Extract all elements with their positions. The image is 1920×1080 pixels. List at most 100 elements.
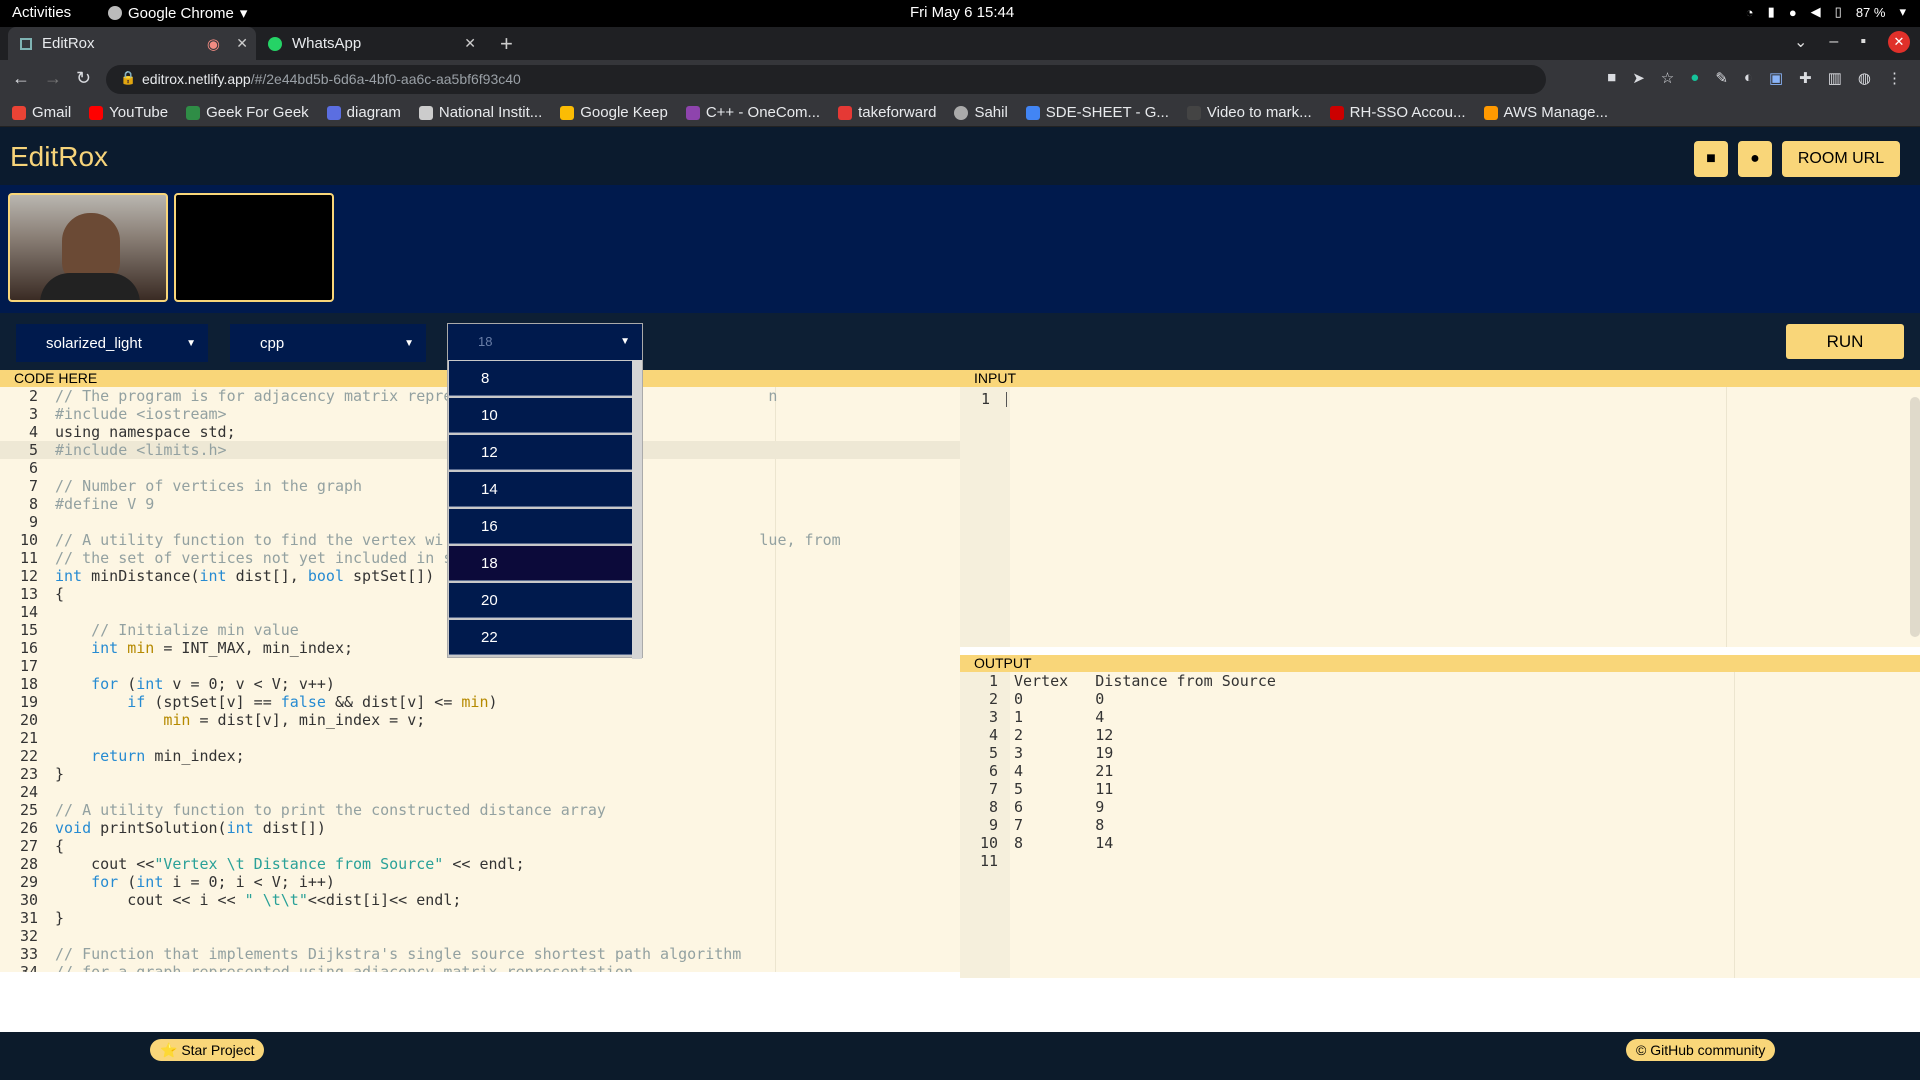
address-bar[interactable]: 🔒 editrox.netlify.app/#/2e44bd5b-6d6a-4b… — [106, 65, 1546, 94]
caret-down-icon: ▾ — [239, 5, 248, 22]
bookmark-geekforgeek[interactable]: Geek For Geek — [186, 104, 309, 121]
bookmark-youtube[interactable]: YouTube — [89, 104, 168, 121]
room-url-button[interactable]: ROOM URL — [1782, 141, 1900, 177]
clock[interactable]: Fri May 6 15:44 — [910, 4, 1014, 21]
font-size-option[interactable]: 18 — [449, 546, 632, 581]
new-tab-icon[interactable]: + — [500, 31, 513, 57]
star-icon[interactable]: ☆ — [1661, 69, 1674, 87]
grammarly-icon[interactable]: ● — [1690, 69, 1699, 87]
app-header: EditRox ■ ● ROOM URL — [0, 127, 1920, 185]
forward-icon[interactable]: → — [44, 68, 62, 89]
screen-record-icon[interactable]: ▣ — [1769, 69, 1783, 87]
camera-toggle-button[interactable]: ■ — [1694, 141, 1728, 177]
line-number: 14 — [19, 603, 38, 621]
output-line: 4 2 12 — [960, 726, 1920, 744]
font-size-option[interactable]: 20 — [449, 583, 632, 618]
line-number: 24 — [19, 783, 38, 801]
bookmark-aws[interactable]: AWS Manage... — [1483, 104, 1608, 121]
line-number: 21 — [19, 729, 38, 747]
close-tab-icon[interactable]: ✕ — [464, 35, 476, 52]
language-select[interactable]: cpp ▼ — [230, 324, 426, 362]
bookmark-diagram[interactable]: diagram — [326, 104, 401, 121]
line-text: 1 4 — [1014, 708, 1105, 726]
font-size-select-trigger[interactable]: 18 ▼ — [448, 324, 642, 360]
line-text: } — [55, 765, 65, 783]
line-text: // The program is for adjacency matrix r… — [55, 387, 778, 405]
line-number: 26 — [19, 819, 38, 837]
reload-icon[interactable]: ↻ — [76, 68, 91, 89]
font-size-option[interactable]: 16 — [449, 509, 632, 544]
local-video-tile[interactable] — [8, 193, 168, 302]
window-controls: ⌄ – ▪ ✕ — [1794, 31, 1910, 53]
line-text: 8 14 — [1014, 834, 1114, 852]
menu-dots-icon[interactable]: ⋮ — [1887, 69, 1902, 87]
gmail-icon — [12, 105, 26, 120]
tab-whatsapp[interactable]: WhatsApp ✕ — [256, 27, 484, 60]
github-community-button[interactable]: © GitHub community — [1626, 1039, 1776, 1061]
globe-icon — [954, 105, 969, 120]
line-number: 8 — [28, 495, 38, 513]
bookmark-video-to-mark[interactable]: Video to mark... — [1186, 104, 1312, 121]
maximize-icon[interactable]: ▪ — [1860, 33, 1866, 51]
battery-level: 87 % — [1855, 4, 1886, 20]
puzzle-icon[interactable]: ✚ — [1799, 69, 1812, 87]
line-text: 3 19 — [1014, 744, 1114, 762]
output-editor[interactable]: 1 Vertex Distance from Source 2 0 0 3 1 4 4 2 1… — [960, 672, 1920, 978]
font-size-option[interactable]: 14 — [449, 472, 632, 507]
bookmark-national-institute[interactable]: National Instit... — [418, 104, 542, 121]
pen-icon[interactable]: ✎ — [1715, 69, 1728, 87]
theme-select[interactable]: solarized_light ▼ — [16, 324, 208, 362]
system-tray[interactable]: ◔ ▮ ● ◀ ▯ 87 % ▾ — [1746, 4, 1906, 20]
app-logo: EditRox — [10, 141, 109, 172]
tab-editrox[interactable]: EditRox ◉ ✕ — [8, 27, 256, 60]
font-size-option[interactable]: 12 — [449, 435, 632, 470]
mic-toggle-button[interactable]: ● — [1738, 141, 1772, 177]
print-margin — [1726, 387, 1727, 647]
bookmark-takeforward[interactable]: takeforward — [838, 104, 936, 121]
camera-ext-icon[interactable]: ■ — [1607, 69, 1616, 87]
profile-avatar[interactable]: ◍ — [1858, 69, 1871, 87]
line-text: using namespace std; — [55, 423, 236, 441]
code-icon — [685, 105, 700, 120]
send-icon[interactable]: ➤ — [1632, 69, 1645, 87]
input-editor[interactable]: 1 — [960, 387, 1920, 647]
close-window-icon[interactable]: ✕ — [1888, 31, 1910, 53]
code-line: 23} — [0, 765, 960, 783]
line-text: 5 11 — [1014, 780, 1114, 798]
activities-button[interactable]: Activities — [12, 4, 71, 21]
line-number: 30 — [19, 891, 38, 909]
line-number: 5 — [28, 441, 38, 459]
remote-video-tile[interactable] — [174, 193, 334, 302]
scrollbar[interactable] — [1910, 397, 1920, 637]
line-number: 20 — [19, 711, 38, 729]
sidepanel-icon[interactable]: ▥ — [1828, 69, 1842, 87]
close-tab-icon[interactable]: ✕ — [236, 35, 248, 52]
minimize-icon[interactable]: – — [1829, 33, 1838, 51]
md-icon — [1186, 105, 1201, 120]
font-size-option[interactable]: 8 — [449, 361, 632, 396]
whatsapp-favicon-icon — [268, 36, 282, 51]
extensions-area: ■ ➤ ☆ ● ✎ ◐ ▣ ✚ ▥ ◍ ⋮ — [1607, 69, 1902, 87]
run-button[interactable]: RUN — [1786, 324, 1904, 359]
tab-search-icon[interactable]: ⌄ — [1794, 32, 1807, 52]
line-number: 7 — [28, 477, 38, 495]
bookmark-rh-sso[interactable]: RH-SSO Accou... — [1329, 104, 1466, 121]
back-icon[interactable]: ← — [12, 68, 30, 89]
bookmark-onecompiler[interactable]: C++ - OneCom... — [685, 104, 820, 121]
font-size-option[interactable]: 10 — [449, 398, 632, 433]
bookmark-sde-sheet[interactable]: SDE-SHEET - G... — [1025, 104, 1169, 121]
bookmark-gmail[interactable]: Gmail — [12, 104, 71, 121]
line-text: // Number of vertices in the graph — [55, 477, 363, 495]
line-text: // A utility function to print the const… — [55, 801, 606, 819]
line-number: 11 — [979, 852, 998, 870]
editor-controls: solarized_light ▼ cpp ▼ RUN — [0, 313, 1920, 370]
font-size-select[interactable]: 18 ▼ 8 10 12 14 16 18 20 22 — [447, 323, 643, 659]
bookmark-google-keep[interactable]: Google Keep — [560, 104, 668, 121]
star-project-button[interactable]: ⭐ Star Project — [150, 1039, 265, 1061]
circle-ext-icon[interactable]: ◐ — [1744, 69, 1753, 87]
bookmark-sahil[interactable]: Sahil — [954, 104, 1008, 121]
app-menu[interactable]: Google Chrome ▾ — [108, 4, 247, 22]
font-size-option[interactable]: 22 — [449, 620, 632, 655]
network-icon: ▮ — [1767, 4, 1775, 19]
dropdown-scrollbar[interactable] — [632, 360, 642, 659]
